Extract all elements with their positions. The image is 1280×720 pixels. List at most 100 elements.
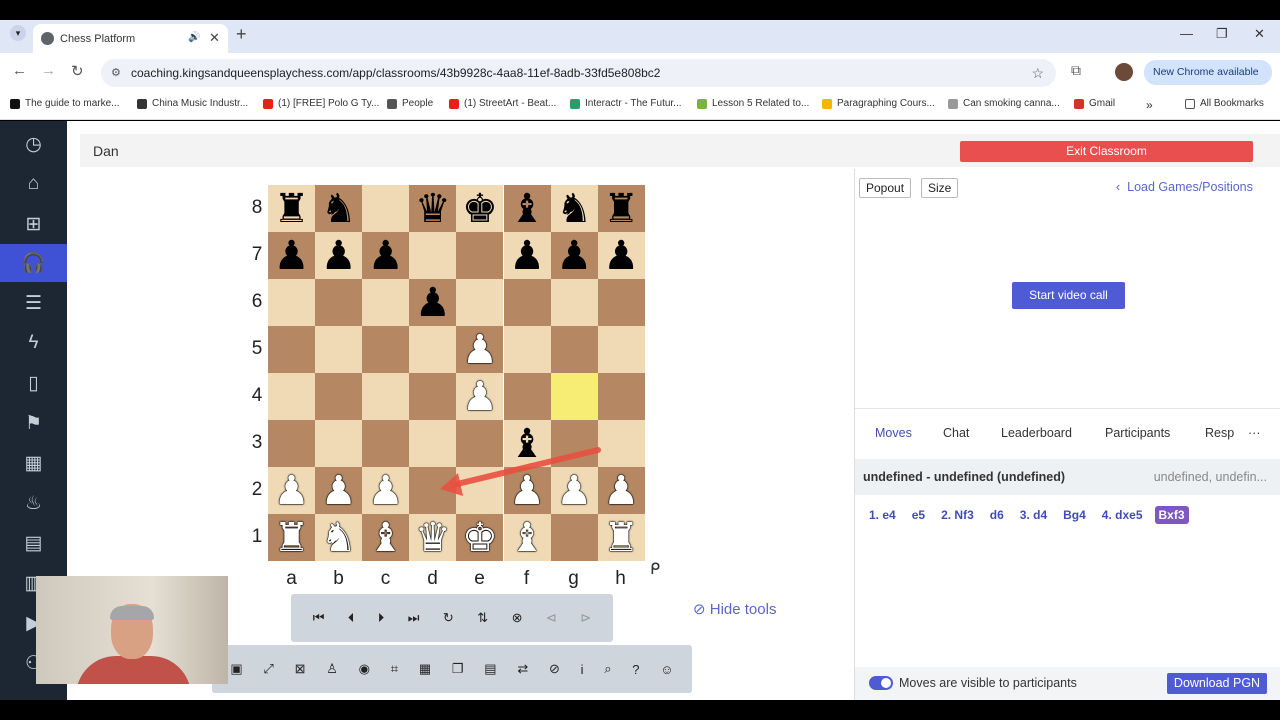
square-f2[interactable]: ♟ (503, 467, 551, 514)
square-e3[interactable] (456, 420, 504, 467)
home-icon[interactable]: ⌂ (0, 165, 67, 203)
eye-icon[interactable]: ◉ (359, 661, 370, 677)
white-rook-piece[interactable]: ♜ (274, 518, 310, 558)
bookmark-item[interactable]: The guide to marke... (10, 98, 120, 109)
square-b3[interactable] (315, 420, 363, 467)
square-g8[interactable]: ♞ (550, 185, 598, 232)
square-h7[interactable]: ♟ (597, 232, 645, 279)
black-bishop-piece[interactable]: ♝ (509, 189, 545, 229)
square-a1[interactable]: ♜ (268, 514, 316, 561)
more-tabs-icon[interactable]: ··· (1248, 426, 1261, 440)
black-pawn-piece[interactable]: ♟ (368, 236, 404, 276)
bookmark-item[interactable]: China Music Industr... (137, 98, 248, 109)
square-d6[interactable]: ♟ (409, 279, 457, 326)
white-pawn-piece[interactable]: ♟ (321, 471, 357, 511)
square-d4[interactable] (409, 373, 457, 420)
square-d8[interactable]: ♛ (409, 185, 457, 232)
square-h3[interactable] (597, 420, 645, 467)
speaker-icon[interactable]: 🔊 (188, 32, 200, 43)
extensions-icon[interactable]: ⧉ (1071, 62, 1081, 79)
move[interactable]: 4. dxe5 (1098, 506, 1147, 524)
moves-visible-toggle[interactable] (869, 676, 893, 690)
square-b8[interactable]: ♞ (315, 185, 363, 232)
square-g2[interactable]: ♟ (550, 467, 598, 514)
start-video-call-button[interactable]: Start video call (1012, 282, 1125, 309)
move[interactable]: Bg4 (1059, 506, 1090, 524)
list-icon[interactable]: ☰ (0, 284, 67, 322)
square-d7[interactable] (409, 232, 457, 279)
square-f3[interactable]: ♝ (503, 420, 551, 467)
square-e2[interactable] (456, 467, 504, 514)
back-icon[interactable]: ← (12, 62, 27, 79)
square-d3[interactable] (409, 420, 457, 467)
copy-icon[interactable]: ❐ (452, 661, 464, 677)
square-b4[interactable] (315, 373, 363, 420)
square-d1[interactable]: ♛ (409, 514, 457, 561)
reload-icon[interactable]: ↻ (71, 62, 84, 80)
tab-leaderboard[interactable]: Leaderboard (1001, 426, 1072, 440)
address-bar[interactable]: ⚙ coaching.kingsandqueensplaychess.com/a… (101, 59, 1056, 87)
white-knight-piece[interactable]: ♞ (321, 518, 357, 558)
info-icon[interactable]: i (581, 662, 584, 677)
black-rook-piece[interactable]: ♜ (603, 189, 639, 229)
black-bishop-piece[interactable]: ♝ (509, 424, 545, 464)
square-e7[interactable] (456, 232, 504, 279)
square-c1[interactable]: ♝ (362, 514, 410, 561)
black-knight-piece[interactable]: ♞ (321, 189, 357, 229)
white-king-piece[interactable]: ♚ (462, 518, 498, 558)
square-c8[interactable] (362, 185, 410, 232)
tab-responses[interactable]: Resp (1205, 426, 1234, 440)
square-a3[interactable] (268, 420, 316, 467)
square-e4[interactable]: ♟ (456, 373, 504, 420)
scan-icon[interactable]: ⌗ (391, 661, 398, 677)
square-f5[interactable] (503, 326, 551, 373)
white-pawn-piece[interactable]: ♟ (462, 377, 498, 417)
load-games-link[interactable]: ‹ Load Games/Positions (1116, 180, 1253, 194)
square-h4[interactable] (597, 373, 645, 420)
square-h2[interactable]: ♟ (597, 467, 645, 514)
bookmark-item[interactable]: (1) [FREE] Polo G Ty... (263, 98, 379, 109)
flip-board-icon[interactable]: ⇅ (477, 610, 488, 626)
square-h1[interactable]: ♜ (597, 514, 645, 561)
square-a2[interactable]: ♟ (268, 467, 316, 514)
forward-icon[interactable]: → (41, 62, 56, 79)
exit-classroom-button[interactable]: Exit Classroom (960, 141, 1253, 162)
flag-icon[interactable]: ⚑ (0, 404, 67, 442)
reset-icon[interactable]: ↻ (443, 610, 454, 626)
black-rook-piece[interactable]: ♜ (274, 189, 310, 229)
move[interactable]: 3. d4 (1016, 506, 1051, 524)
square-b7[interactable]: ♟ (315, 232, 363, 279)
bookmark-item[interactable]: Can smoking canna... (948, 98, 1060, 109)
square-c3[interactable] (362, 420, 410, 467)
all-bookmarks[interactable]: All Bookmarks (1185, 98, 1264, 109)
close-square-icon[interactable]: ⊠ (295, 661, 306, 677)
white-pawn-piece[interactable]: ♟ (603, 471, 639, 511)
square-g6[interactable] (550, 279, 598, 326)
square-b1[interactable]: ♞ (315, 514, 363, 561)
lightning-icon[interactable]: ϟ (0, 324, 67, 362)
square-e5[interactable]: ♟ (456, 326, 504, 373)
square-f7[interactable]: ♟ (503, 232, 551, 279)
dashboard-icon[interactable]: ◷ (0, 125, 67, 163)
white-pawn-piece[interactable]: ♟ (462, 330, 498, 370)
square-f6[interactable] (503, 279, 551, 326)
square-g5[interactable] (550, 326, 598, 373)
window-close-icon[interactable]: ✕ (1254, 26, 1265, 42)
bookmark-item[interactable]: Paragraphing Cours... (822, 98, 935, 109)
square-c5[interactable] (362, 326, 410, 373)
square-a6[interactable] (268, 279, 316, 326)
expand-icon[interactable]: ⤢ (263, 661, 273, 677)
square-b6[interactable] (315, 279, 363, 326)
grid-view-icon[interactable]: ▦ (419, 661, 431, 677)
square-g4[interactable] (550, 373, 598, 420)
move[interactable]: d6 (986, 506, 1008, 524)
help-icon[interactable]: ? (632, 662, 639, 677)
last-move-icon[interactable]: ⏭ (408, 610, 420, 626)
document-icon[interactable]: ▤ (484, 661, 496, 677)
move[interactable]: 1. e4 (865, 506, 900, 524)
more-bookmarks-icon[interactable]: » (1146, 98, 1153, 112)
book-icon[interactable]: ▯ (0, 364, 67, 402)
first-move-icon[interactable]: ⏮ (313, 610, 325, 626)
square-a4[interactable] (268, 373, 316, 420)
square-b2[interactable]: ♟ (315, 467, 363, 514)
